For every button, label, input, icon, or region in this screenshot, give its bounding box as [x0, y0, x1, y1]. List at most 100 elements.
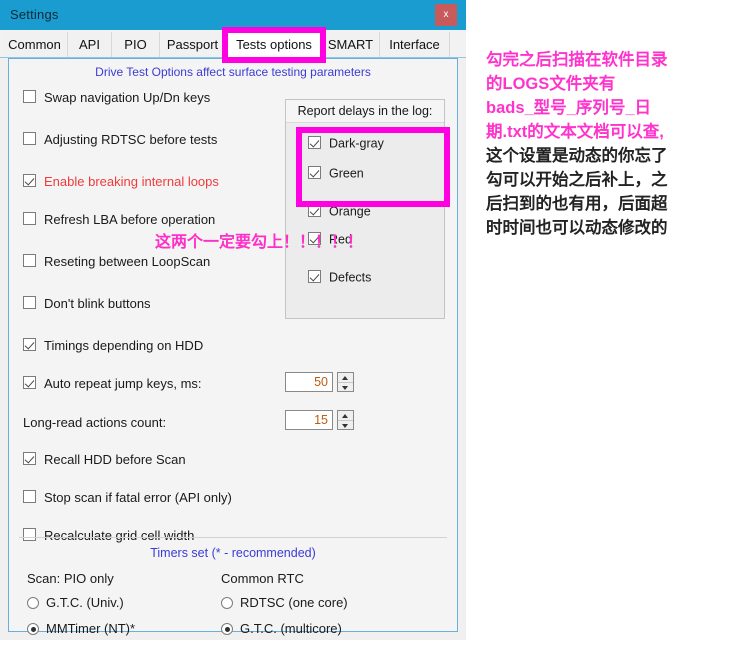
spinner-input[interactable]: 50: [285, 372, 333, 392]
report-delay-checkbox-green[interactable]: Green: [308, 166, 364, 181]
panel-header: Drive Test Options affect surface testin…: [95, 65, 371, 79]
chevron-up-icon: [342, 414, 348, 418]
spinner-stepper[interactable]: [337, 410, 354, 430]
checkbox-label: Green: [329, 166, 364, 181]
checkbox-icon[interactable]: [23, 296, 36, 309]
checkbox-label: Stop scan if fatal error (API only): [44, 490, 232, 506]
checkbox-icon[interactable]: [308, 204, 321, 217]
radio-icon[interactable]: [221, 623, 233, 635]
checkbox-refresh-lba-before-operation[interactable]: Refresh LBA before operation: [23, 211, 215, 227]
checkbox-label: Defects: [329, 270, 372, 285]
section-divider: [19, 537, 447, 538]
tab-tests-options[interactable]: Tests options: [226, 31, 322, 58]
checkbox-icon[interactable]: [23, 174, 36, 187]
annotation-note-line: bads_型号_序列号_日: [486, 99, 652, 117]
report-delays-group: Report delays in the log: Dark-gray Green…: [285, 99, 445, 319]
spinner-input[interactable]: 15: [285, 410, 333, 430]
checkbox-label: Swap navigation Up/Dn keys: [44, 90, 211, 106]
chevron-down-icon: [342, 424, 348, 428]
radio-label: G.T.C. (multicore): [240, 621, 342, 636]
checkbox-enable-breaking-internal-loops[interactable]: Enable breaking internal loops: [23, 173, 219, 189]
checkbox-swap-navigation-up-dn-keys[interactable]: Swap navigation Up/Dn keys: [23, 89, 210, 105]
annotation-note-line: 这个设置是动态的你忘了: [486, 147, 668, 165]
spinner-up-button[interactable]: [338, 373, 353, 382]
annotation-note-line: 后扫到的也有用，后面超: [486, 195, 668, 213]
checkbox-label: Refresh LBA before operation: [44, 212, 216, 228]
checkbox-icon[interactable]: [23, 490, 36, 503]
checkbox-label: Recalculate grid cell width: [44, 528, 195, 544]
chevron-down-icon: [342, 386, 348, 390]
spinner-value: 50: [314, 375, 328, 389]
report-delay-checkbox-defects[interactable]: Defects: [308, 270, 371, 285]
radio-icon[interactable]: [221, 597, 233, 609]
checkbox-stop-scan-if-fatal-error-api-only[interactable]: Stop scan if fatal error (API only): [23, 489, 232, 505]
checkbox-icon[interactable]: [23, 212, 36, 225]
radio-g-t-c-multicore[interactable]: G.T.C. (multicore): [221, 621, 342, 636]
title-bar: Settings x: [0, 0, 466, 30]
annotation-mid-note: 这两个一定要勾上！！！！！: [155, 234, 364, 251]
checkbox-recall-hdd-before-scan[interactable]: Recall HDD before Scan: [23, 451, 186, 467]
spinner-stepper[interactable]: [337, 372, 354, 392]
radio-g-t-c-univ[interactable]: G.T.C. (Univ.): [27, 595, 124, 610]
checkbox-don-t-blink-buttons[interactable]: Don't blink buttons: [23, 295, 151, 311]
checkbox-timings-depending-on-hdd[interactable]: Timings depending on HDD: [23, 337, 203, 353]
radio-label: RDTSC (one core): [240, 595, 348, 610]
annotation-note-line: 期.txt的文本文档可以查,: [486, 123, 664, 141]
tab-common[interactable]: Common: [2, 32, 68, 57]
screenshot-root: Settings x Common API PIO Passport Tests opt…: [0, 0, 750, 648]
radio-label: G.T.C. (Univ.): [46, 595, 124, 610]
annotation-note-line: 时时间也可以动态修改的: [486, 219, 668, 237]
report-delays-title: Report delays in the log:: [286, 100, 444, 123]
annotation-note-line: 勾完之后扫描在软件目录: [486, 51, 668, 69]
checkbox-label: Don't blink buttons: [44, 296, 151, 312]
radio-icon[interactable]: [27, 597, 39, 609]
checkbox-icon[interactable]: [23, 132, 36, 145]
checkbox-icon[interactable]: [23, 528, 36, 541]
timers-column-heading: Common RTC: [221, 571, 304, 586]
checkbox-icon[interactable]: [308, 166, 321, 179]
checkbox-icon[interactable]: [23, 338, 36, 351]
spinner-down-button[interactable]: [338, 420, 353, 430]
checkbox-recalculate-grid-cell-width[interactable]: Recalculate grid cell width: [23, 527, 194, 543]
tab-strip: Common API PIO Passport Tests options SMART In…: [0, 30, 466, 58]
checkbox-label: Reseting between LoopScan: [44, 254, 211, 270]
radio-label: MMTimer (NT)*: [46, 621, 136, 636]
checkbox-label: Timings depending on HDD: [44, 338, 204, 354]
checkbox-reseting-between-loopscan[interactable]: Reseting between LoopScan: [23, 253, 210, 269]
close-icon[interactable]: x: [435, 4, 457, 26]
radio-icon[interactable]: [27, 623, 39, 635]
window-title: Settings: [10, 7, 59, 22]
checkbox-icon[interactable]: [23, 254, 36, 267]
tab-passport[interactable]: Passport: [160, 32, 226, 57]
checkbox-icon[interactable]: [23, 452, 36, 465]
long-read-actions-label: Long-read actions count:: [23, 415, 167, 431]
checkbox-icon[interactable]: [23, 90, 36, 103]
checkbox-label: Orange: [329, 204, 371, 219]
chevron-up-icon: [342, 376, 348, 380]
timers-column-heading: Scan: PIO only: [27, 571, 114, 586]
report-delay-checkbox-dark-gray[interactable]: Dark-gray: [308, 136, 384, 151]
tab-interface[interactable]: Interface: [380, 32, 450, 57]
annotation-note-block: 勾完之后扫描在软件目录 的LOGS文件夹有 bads_型号_序列号_日 期.txt的文…: [486, 48, 736, 240]
checkbox-label: Enable breaking internal loops: [44, 174, 219, 190]
checkbox-label: Auto repeat jump keys, ms:: [44, 376, 202, 392]
checkbox-icon[interactable]: [23, 376, 36, 389]
radio-mmtimer-nt[interactable]: MMTimer (NT)*: [27, 621, 135, 636]
checkbox-auto-repeat-jump-keys-ms[interactable]: Auto repeat jump keys, ms:: [23, 375, 202, 391]
annotation-note-line: 勾可以开始之后补上，之: [486, 171, 668, 189]
radio-rdtsc-one-core[interactable]: RDTSC (one core): [221, 595, 348, 610]
tab-smart[interactable]: SMART: [322, 32, 380, 57]
settings-dialog: Settings x Common API PIO Passport Tests opt…: [0, 0, 466, 640]
timers-set-title: Timers set (* - recommended): [150, 546, 316, 560]
spinner-down-button[interactable]: [338, 382, 353, 392]
report-delay-checkbox-orange[interactable]: Orange: [308, 204, 371, 219]
tab-api[interactable]: API: [68, 32, 112, 57]
tests-options-panel: Drive Test Options affect surface testin…: [8, 58, 458, 636]
spinner-up-button[interactable]: [338, 411, 353, 420]
tab-pio[interactable]: PIO: [112, 32, 160, 57]
spinner-value: 15: [314, 413, 328, 427]
checkbox-icon[interactable]: [308, 136, 321, 149]
checkbox-adjusting-rdtsc-before-tests[interactable]: Adjusting RDTSC before tests: [23, 131, 217, 147]
checkbox-label: Dark-gray: [329, 136, 384, 151]
checkbox-icon[interactable]: [308, 270, 321, 283]
